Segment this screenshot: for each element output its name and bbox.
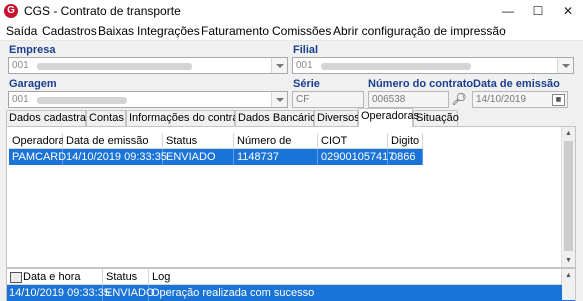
cell-data-emissao: 14/10/2019 09:33:35	[63, 149, 167, 165]
garagem-select[interactable]: 001	[8, 91, 288, 108]
operadoras-scrollbar[interactable]: ▲ ▼	[561, 127, 575, 267]
scroll-down-icon[interactable]: ▼	[562, 254, 575, 267]
table-row[interactable]: 14/10/2019 09:33:35 ENVIADO Operação rea…	[7, 285, 575, 301]
empresa-select[interactable]: 001	[8, 57, 288, 74]
garagem-label: Garagem	[9, 78, 57, 90]
menu-faturamento[interactable]: Faturamento	[201, 24, 269, 38]
log-scrollbar[interactable]: ▲	[562, 269, 575, 300]
menu-cadastros[interactable]: Cadastros	[42, 24, 97, 38]
chevron-down-icon[interactable]	[557, 58, 573, 73]
cell-numero-retorno: 1148737	[234, 149, 318, 165]
filial-select[interactable]: 001	[292, 57, 574, 74]
binoculars-icon[interactable]: 🔎︎	[451, 91, 467, 107]
col-log-status[interactable]: Status	[103, 269, 149, 285]
col-data-emissao[interactable]: Data de emissão	[63, 133, 163, 149]
filial-redacted	[321, 63, 471, 70]
data-emissao-value: 14/10/2019	[476, 94, 527, 105]
maximize-button[interactable]: ☐	[523, 0, 553, 22]
numero-contrato-field[interactable]: 006538	[368, 91, 449, 108]
scroll-up-icon[interactable]: ▲	[562, 269, 575, 282]
menu-comissoes[interactable]: Comissões	[272, 24, 331, 38]
cell-log-status: ENVIADO	[105, 285, 155, 301]
cell-digito: 0866	[388, 149, 423, 165]
cell-data-hora: 14/10/2019 09:33:35	[9, 285, 110, 301]
menu-bar: Saída Cadastros Baixas Integrações Fatur…	[0, 22, 583, 41]
chevron-down-icon[interactable]	[271, 58, 287, 73]
calendar-icon	[10, 272, 22, 283]
serie-field[interactable]: CF	[292, 91, 364, 108]
tab-informacoes-contrato[interactable]: Informações do contrato	[126, 110, 248, 126]
log-panel: Data e hora Status Log 14/10/2019 09:33:…	[6, 268, 576, 301]
col-data-hora[interactable]: Data e hora	[7, 269, 103, 285]
empresa-label: Empresa	[9, 44, 56, 56]
tab-operadoras[interactable]: Operadoras	[358, 108, 419, 127]
title-bar: G CGS - Contrato de transporte — ☐ ✕	[0, 0, 583, 22]
tab-diversos[interactable]: Diversos	[314, 110, 360, 126]
col-numero-retorno[interactable]: Número de retorno	[234, 133, 318, 163]
numero-contrato-value: 006538	[372, 94, 406, 105]
data-emissao-field[interactable]: 14/10/2019 ▦	[472, 91, 568, 108]
empresa-redacted	[37, 63, 192, 70]
data-emissao-label: Data de emissão	[473, 78, 560, 90]
col-status[interactable]: Status	[163, 133, 234, 149]
serie-value: CF	[296, 94, 310, 105]
tab-dados-bancarios[interactable]: Dados Bancários	[235, 110, 322, 126]
col-ciot[interactable]: CIOT	[318, 133, 388, 149]
calendar-icon[interactable]: ▦	[552, 94, 565, 106]
col-data-hora-label: Data e hora	[23, 271, 81, 283]
app-logo-icon: G	[4, 4, 18, 18]
scroll-up-icon[interactable]: ▲	[562, 127, 575, 140]
chevron-down-icon[interactable]	[271, 92, 287, 107]
cell-operadora: PAMCARD	[9, 149, 66, 165]
garagem-value: 001	[12, 94, 29, 105]
filial-value: 001	[296, 60, 313, 71]
menu-saida[interactable]: Saída	[6, 24, 37, 38]
filial-label: Filial	[293, 44, 319, 56]
operadoras-panel: Operadora Data de emissão Status Número …	[6, 126, 576, 268]
minimize-button[interactable]: —	[493, 0, 523, 22]
tab-contas[interactable]: Contas	[86, 110, 126, 126]
empresa-value: 001	[12, 60, 29, 71]
window-title: CGS - Contrato de transporte	[24, 4, 181, 18]
tab-dados-cadastrais[interactable]: Dados cadastrais	[6, 110, 94, 126]
scroll-thumb[interactable]	[564, 141, 573, 251]
cell-ciot: 029001057417	[318, 149, 394, 165]
col-digito[interactable]: Digito	[388, 133, 423, 149]
cell-log: Operação realizada com sucesso	[151, 287, 315, 299]
cell-status: ENVIADO	[163, 149, 234, 165]
garagem-redacted	[37, 97, 127, 104]
close-button[interactable]: ✕	[553, 0, 583, 22]
col-log[interactable]: Log	[149, 269, 562, 285]
serie-label: Série	[293, 78, 320, 90]
tab-situacao[interactable]: Situação	[413, 110, 459, 126]
menu-abrir-configuracao-impressao[interactable]: Abrir configuração de impressão	[333, 24, 506, 38]
menu-baixas[interactable]: Baixas	[98, 24, 134, 38]
numero-contrato-label: Número do contrato	[368, 78, 474, 90]
main-window: G CGS - Contrato de transporte — ☐ ✕ Saí…	[0, 0, 583, 301]
col-operadora[interactable]: Operadora	[9, 133, 65, 149]
menu-integracoes[interactable]: Integrações	[137, 24, 200, 38]
table-row[interactable]: PAMCARD 14/10/2019 09:33:35 ENVIADO 1148…	[9, 149, 423, 165]
